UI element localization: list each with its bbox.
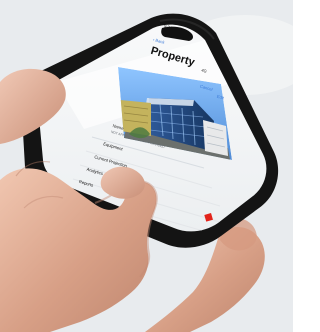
phone-in-hand-photo: 9:34 4G ‹ Back Cancel Edit Property Name… xyxy=(0,0,293,332)
photo-scene: 9:34 4G ‹ Back Cancel Edit Property Name… xyxy=(0,0,293,332)
